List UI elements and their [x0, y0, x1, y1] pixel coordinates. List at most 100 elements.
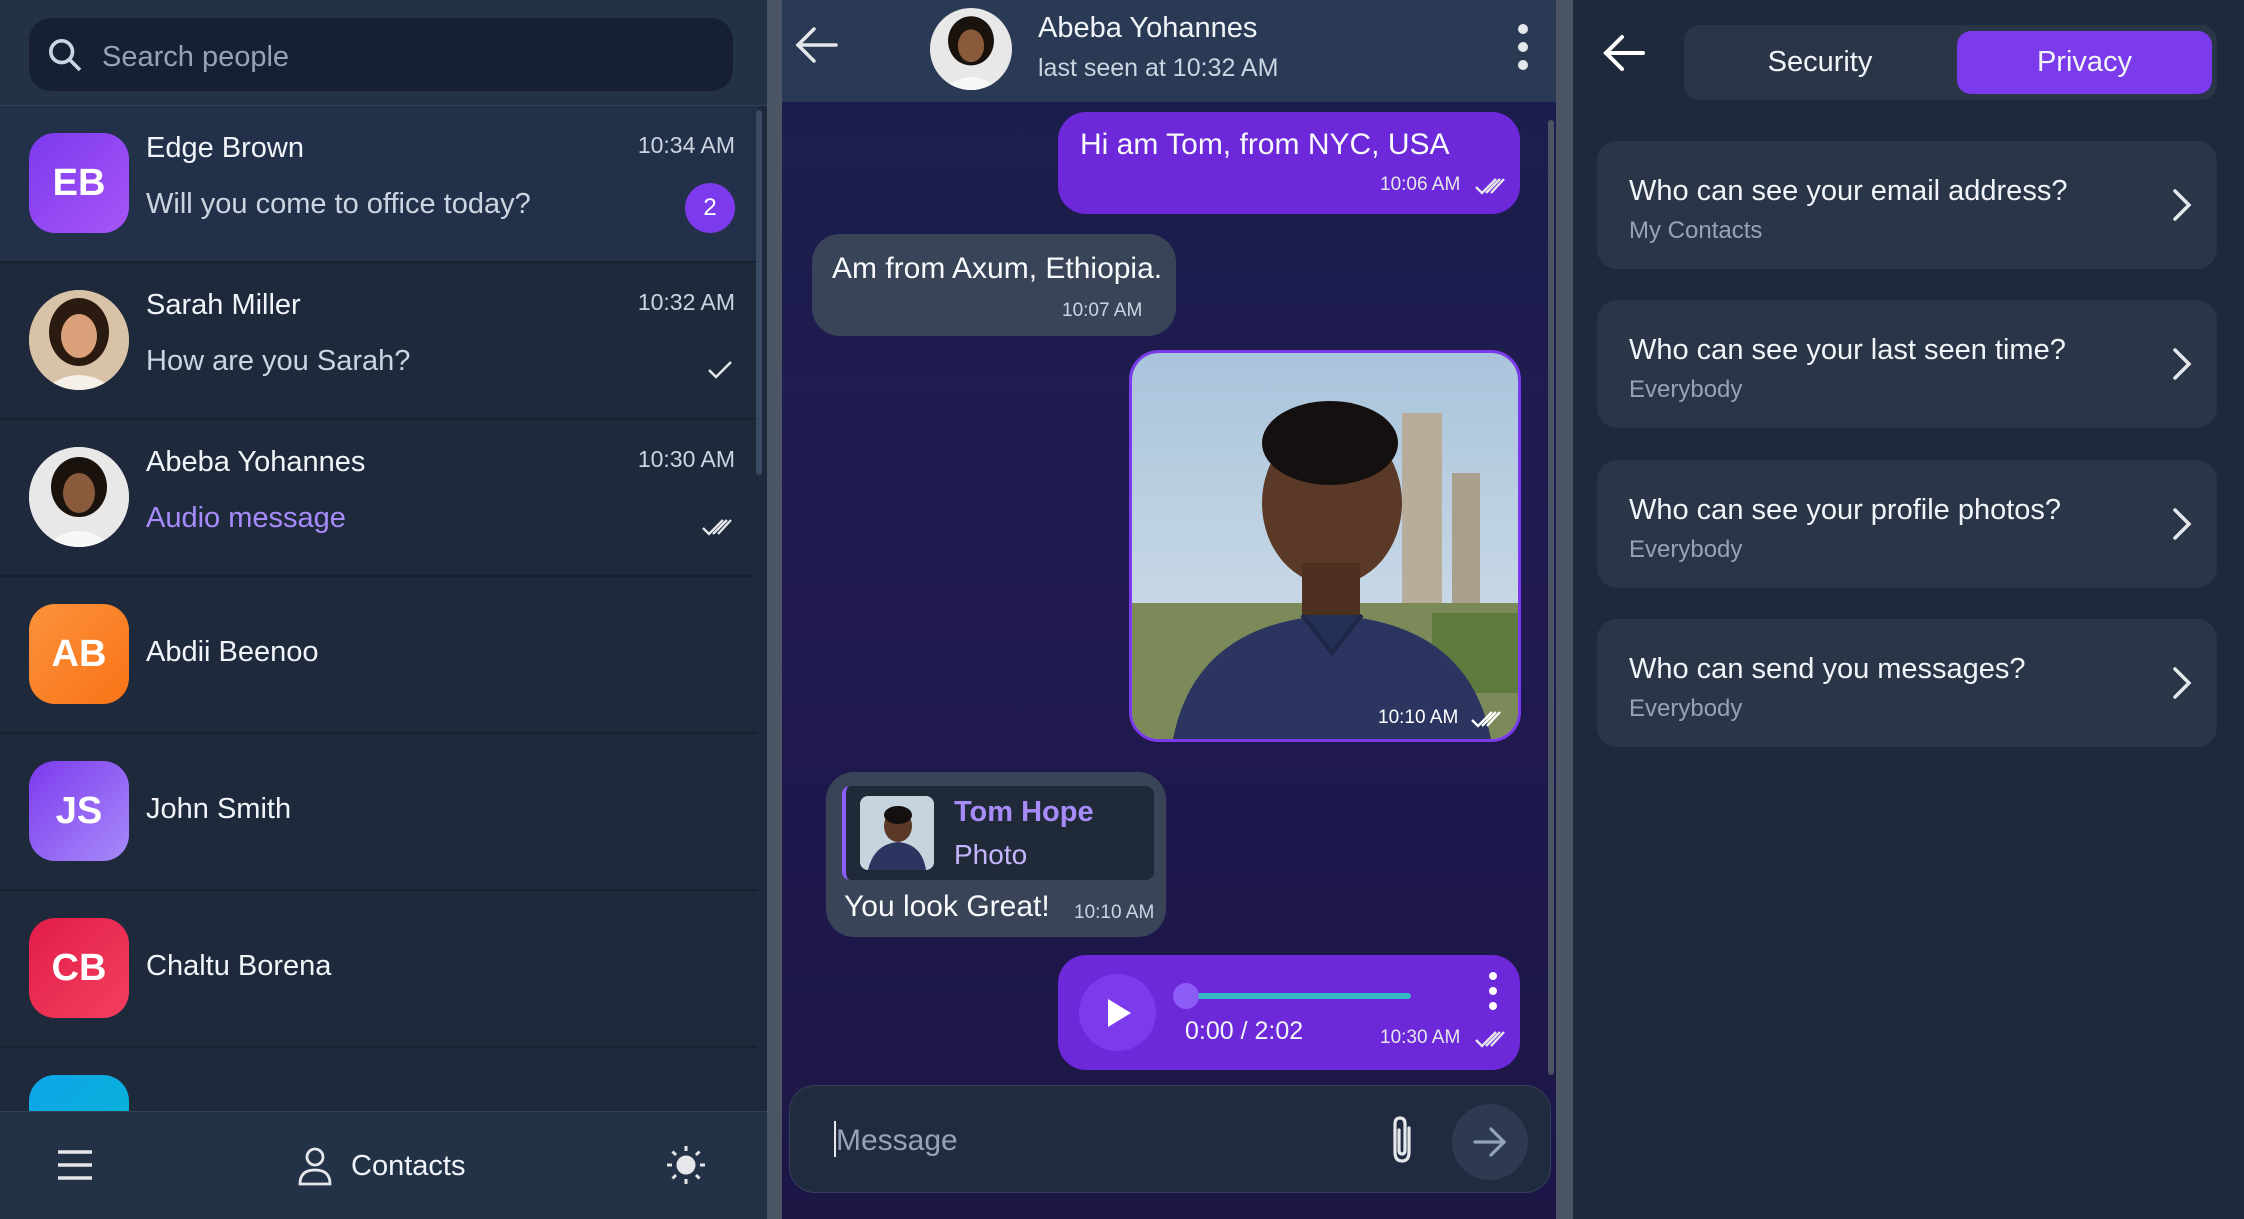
chat-item-abdii-beenoo[interactable]: AB Abdii Beenoo [0, 577, 757, 734]
avatar: AB [29, 604, 129, 704]
chat-item-john-smith[interactable]: JS John Smith [0, 734, 757, 891]
chevron-right-icon [2173, 508, 2192, 540]
audio-progress-track[interactable] [1185, 993, 1411, 999]
privacy-email-visibility[interactable]: Who can see your email address? My Conta… [1597, 141, 2217, 269]
reply-preview[interactable]: Tom Hope Photo [842, 786, 1154, 880]
message-time: 10:07 AM [1062, 300, 1143, 321]
privacy-messages-permission[interactable]: Who can send you messages? Everybody [1597, 619, 2217, 747]
contact-name: Sarah Miller [146, 289, 301, 321]
last-message: How are you Sarah? [146, 345, 411, 377]
chevron-right-icon [2173, 348, 2192, 380]
more-vertical-icon[interactable] [1516, 22, 1530, 72]
message-text: Am from Axum, Ethiopia. [832, 252, 1163, 285]
photo-message[interactable]: 10:10 AM [1129, 350, 1521, 742]
reply-type: Photo [954, 839, 1028, 870]
avatar: JS [29, 761, 129, 861]
contact-name: Edge Brown [146, 132, 304, 164]
message-bubble-incoming-reply[interactable]: Tom Hope Photo You look Great! 10:10 AM [826, 772, 1166, 937]
chevron-right-icon [2173, 189, 2192, 221]
last-seen-status: last seen at 10:32 AM [1038, 54, 1279, 82]
back-arrow-icon[interactable] [1601, 32, 1647, 74]
tab-privacy[interactable]: Privacy [1957, 31, 2212, 94]
message-time: 10:32 AM [637, 289, 735, 315]
tab-security[interactable]: Security [1690, 31, 1950, 94]
message-bubble-incoming[interactable]: Am from Axum, Ethiopia. 10:07 AM [812, 234, 1176, 336]
message-bubble-outgoing[interactable]: Hi am Tom, from NYC, USA 10:06 AM [1058, 112, 1520, 214]
privacy-question: Who can see your last seen time? [1629, 334, 2066, 366]
chat-item-sarah-miller[interactable]: Sarah Miller How are you Sarah? 10:32 AM [0, 263, 757, 420]
contact-avatar[interactable] [930, 8, 1012, 90]
chat-list-panel: Search people EB Edge Brown Will you com… [0, 0, 767, 1219]
privacy-last-seen-visibility[interactable]: Who can see your last seen time? Everybo… [1597, 300, 2217, 428]
contact-name: Chaltu Borena [146, 950, 332, 982]
single-check-icon [708, 361, 732, 379]
chat-list: EB Edge Brown Will you come to office to… [0, 106, 757, 1111]
privacy-value: Everybody [1629, 695, 1743, 722]
chat-item-partial[interactable] [0, 1048, 757, 1111]
double-check-icon [702, 519, 732, 536]
avatar [29, 1075, 129, 1111]
double-check-icon [1471, 711, 1501, 728]
chat-list-header: Search people [0, 0, 767, 106]
conversation-panel: Abeba Yohannes last seen at 10:32 AM Hi … [782, 0, 1556, 1219]
chat-item-edge-brown[interactable]: EB Edge Brown Will you come to office to… [0, 106, 757, 263]
privacy-value: Everybody [1629, 376, 1743, 403]
message-time: 10:10 AM [1378, 707, 1459, 728]
last-message: Audio message [146, 502, 346, 534]
contact-name: Abdii Beenoo [146, 636, 319, 668]
more-vertical-icon[interactable] [1487, 971, 1499, 1011]
panel-divider [767, 0, 782, 1219]
chat-list-scrollbar[interactable] [756, 110, 762, 475]
avatar [29, 447, 129, 547]
privacy-value: Everybody [1629, 536, 1743, 563]
chat-item-chaltu-borena[interactable]: CB Chaltu Borena [0, 891, 757, 1048]
avatar: EB [29, 133, 129, 233]
audio-seek-handle[interactable] [1173, 983, 1199, 1009]
message-time: 10:30 AM [637, 446, 735, 472]
message-input[interactable]: Message [836, 1124, 958, 1158]
message-time: 10:30 AM [1380, 1027, 1461, 1048]
privacy-question: Who can see your email address? [1629, 175, 2068, 207]
settings-tabs: Security Privacy [1684, 25, 2217, 100]
search-input[interactable]: Search people [102, 41, 289, 74]
back-arrow-icon[interactable] [792, 24, 842, 66]
avatar [29, 290, 129, 390]
unread-badge: 2 [685, 183, 735, 233]
search-box[interactable]: Search people [29, 18, 733, 91]
contacts-button[interactable]: Contacts [297, 1146, 465, 1186]
audio-message[interactable]: 0:00 / 2:02 10:30 AM [1058, 955, 1520, 1070]
conversation-header: Abeba Yohannes last seen at 10:32 AM [782, 0, 1556, 102]
reply-thumbnail [860, 796, 934, 870]
message-text: Hi am Tom, from NYC, USA [1080, 128, 1450, 161]
reply-sender-name: Tom Hope [954, 796, 1094, 828]
privacy-question: Who can send you messages? [1629, 653, 2026, 685]
message-time: 10:10 AM [1074, 902, 1155, 923]
message-time: 10:34 AM [637, 132, 735, 158]
sun-icon[interactable] [665, 1144, 707, 1186]
privacy-value: My Contacts [1629, 217, 1763, 244]
chat-item-abeba-yohannes[interactable]: Abeba Yohannes Audio message 10:30 AM [0, 420, 757, 577]
arrow-right-icon [1473, 1127, 1507, 1157]
chevron-right-icon [2173, 667, 2192, 699]
contact-name: Abeba Yohannes [1038, 12, 1258, 44]
menu-icon[interactable] [56, 1146, 94, 1184]
send-button[interactable] [1452, 1104, 1528, 1180]
panel-divider [1556, 0, 1573, 1219]
message-composer: Message [789, 1085, 1551, 1193]
contact-name: Abeba Yohannes [146, 446, 366, 478]
message-time: 10:06 AM [1380, 174, 1461, 195]
play-icon [1107, 998, 1131, 1027]
avatar: CB [29, 918, 129, 1018]
messages-scrollbar[interactable] [1548, 120, 1554, 1075]
settings-panel: Security Privacy Who can see your email … [1573, 0, 2244, 1219]
person-icon [298, 1147, 332, 1186]
double-check-icon [1475, 1031, 1505, 1048]
double-check-icon [1475, 178, 1505, 195]
paperclip-icon[interactable] [1383, 1114, 1421, 1166]
message-text: You look Great! [844, 890, 1050, 923]
search-icon [49, 39, 82, 72]
privacy-profile-photo-visibility[interactable]: Who can see your profile photos? Everybo… [1597, 460, 2217, 588]
privacy-question: Who can see your profile photos? [1629, 494, 2062, 526]
play-button[interactable] [1079, 974, 1156, 1051]
audio-duration: 0:00 / 2:02 [1185, 1017, 1304, 1045]
